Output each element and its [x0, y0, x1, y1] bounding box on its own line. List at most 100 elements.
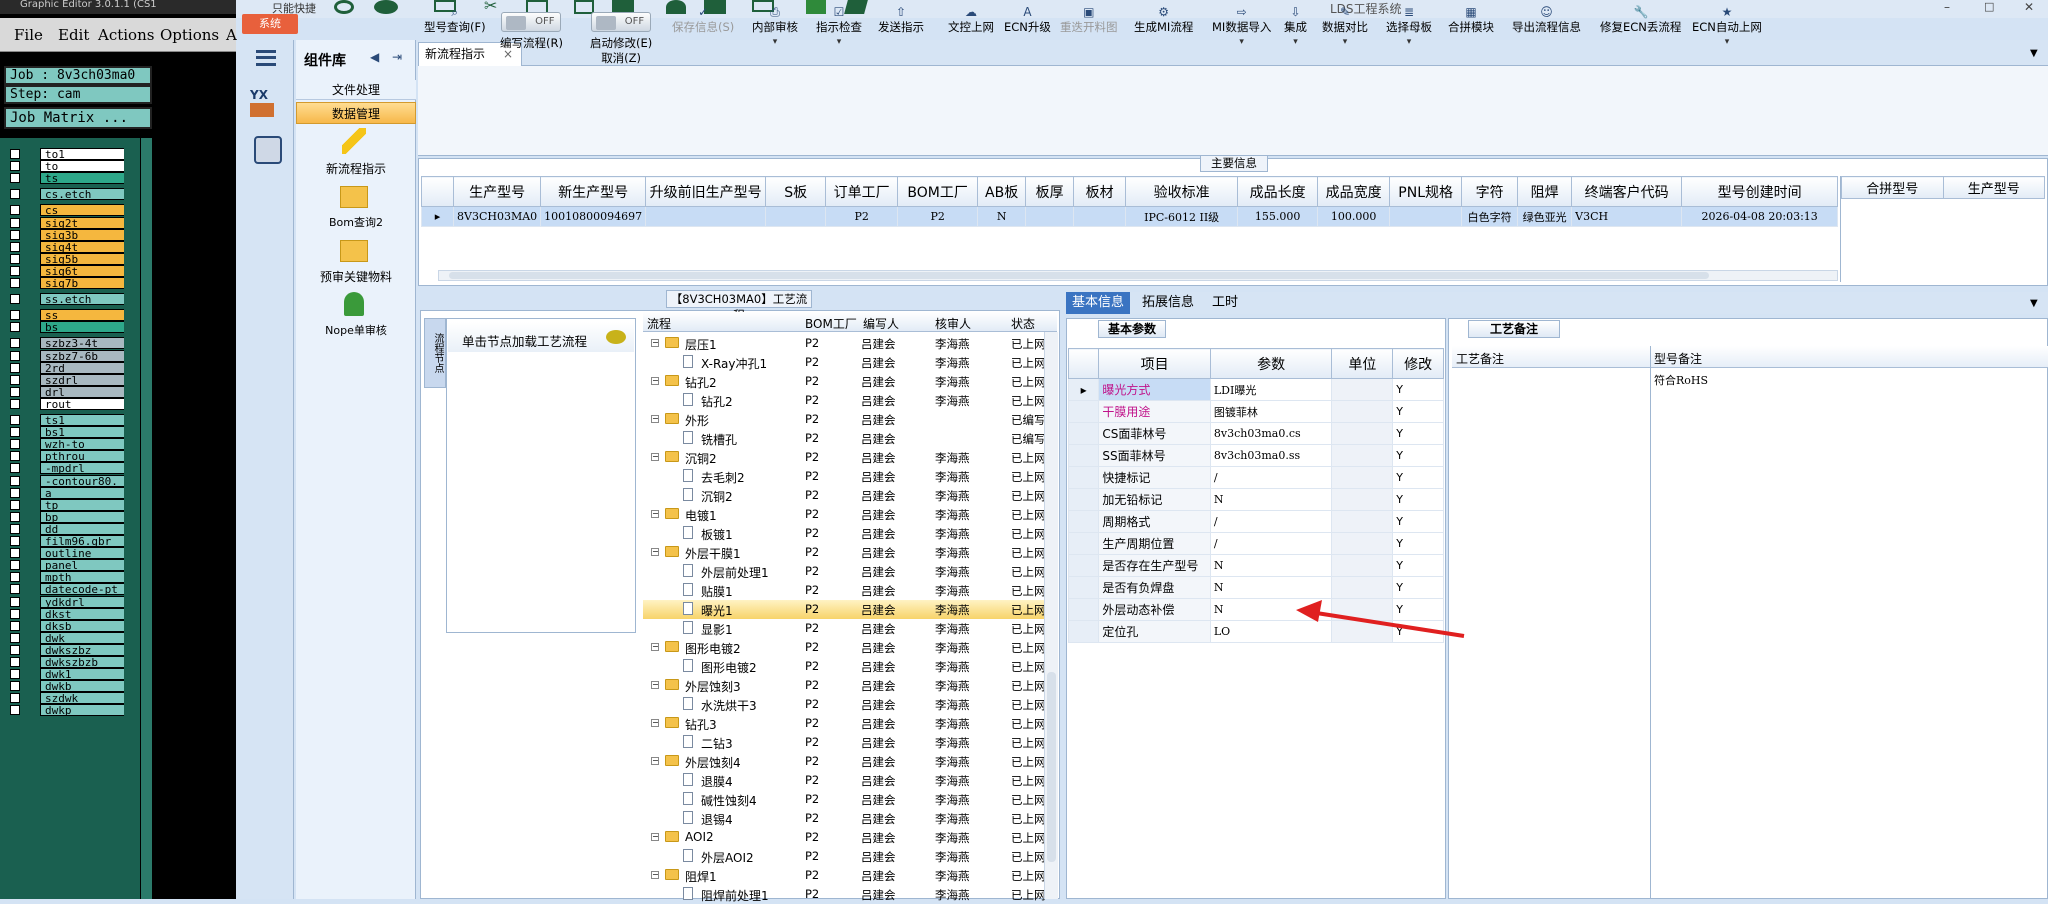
tree-row[interactable]: 退锡4 P2 吕建会 李海燕 已上网: [643, 809, 1048, 828]
ribbon-button-15[interactable]: ▦ 合拼模块: [1448, 6, 1494, 35]
layer-checkbox[interactable]: [10, 572, 20, 583]
menu-file[interactable]: File: [14, 26, 43, 44]
basic-col-1[interactable]: 参数: [1209, 348, 1333, 379]
process-tree-vscroll[interactable]: [1044, 332, 1058, 899]
collapse-toggle-icon[interactable]: −: [651, 548, 659, 556]
basic-row[interactable]: SS面菲林号 8v3ch03ma0.ss Y: [1068, 444, 1444, 467]
col-10[interactable]: 成品长度: [1237, 176, 1319, 207]
basic-row[interactable]: 是否存在生产型号 N Y: [1068, 554, 1444, 577]
tree-row[interactable]: − AOI2 P2 吕建会 李海燕 已上网: [643, 828, 1048, 847]
yx-factory-icon[interactable]: YX: [250, 88, 284, 122]
ribbon-button-2[interactable]: OFF 启动修改(E) 取消(Z): [590, 6, 652, 66]
collapse-toggle-icon[interactable]: −: [651, 510, 659, 518]
layer-row[interactable]: to1: [6, 148, 124, 160]
search-icon[interactable]: [334, 0, 354, 14]
basic-param[interactable]: N: [1209, 554, 1333, 577]
basic-modify[interactable]: Y: [1392, 378, 1444, 401]
basic-unit[interactable]: [1331, 422, 1394, 445]
col-4[interactable]: 订单工厂: [825, 176, 899, 207]
collapse-toggle-icon[interactable]: −: [651, 681, 659, 689]
layer-checkbox[interactable]: [10, 241, 20, 252]
tree-row[interactable]: 贴膜1 P2 吕建会 李海燕 已上网: [643, 581, 1048, 600]
layer-row[interactable]: szdrl: [6, 373, 124, 386]
basic-modify[interactable]: Y: [1392, 466, 1444, 489]
person-icon[interactable]: [344, 292, 364, 316]
cell-13[interactable]: 白色字符: [1461, 206, 1519, 227]
layer-row[interactable]: dd: [6, 522, 124, 535]
tree-row[interactable]: − 钻孔3 P2 吕建会 李海燕 已上网: [643, 714, 1048, 733]
layer-row[interactable]: panel: [6, 559, 124, 572]
cell-15[interactable]: V3CH: [1571, 206, 1683, 227]
tree-col-2[interactable]: 编写人: [863, 315, 899, 332]
layer-row[interactable]: ss: [6, 309, 124, 322]
layer-row[interactable]: ts1: [6, 414, 124, 426]
layer-checkbox[interactable]: [10, 439, 20, 450]
layer-checkbox[interactable]: [10, 511, 20, 522]
basic-modify[interactable]: Y: [1392, 510, 1444, 533]
nav-item-data-management[interactable]: 数据管理: [296, 102, 416, 124]
cell-9[interactable]: IPC-6012 II级: [1125, 206, 1239, 227]
layer-row[interactable]: rout: [6, 397, 124, 410]
layer-row[interactable]: 2rd: [6, 361, 124, 374]
basic-modify[interactable]: Y: [1392, 488, 1444, 511]
tree-row[interactable]: 外层前处理1 P2 吕建会 李海燕 已上网: [643, 562, 1048, 581]
tab-basic-info[interactable]: 基本信息: [1066, 292, 1131, 314]
menu-edit[interactable]: Edit: [58, 26, 89, 44]
layer-checkbox[interactable]: [10, 374, 20, 385]
globe-icon[interactable]: [374, 0, 398, 14]
layer-row[interactable]: dksb: [6, 619, 124, 632]
layer-checkbox[interactable]: [10, 548, 20, 559]
layer-row[interactable]: outline: [6, 547, 124, 560]
minimize-icon[interactable]: –: [1944, 0, 1950, 14]
basic-param[interactable]: N: [1209, 488, 1333, 511]
tree-row[interactable]: 图形电镀2 P2 吕建会 李海燕 已上网: [643, 657, 1048, 676]
tree-row[interactable]: 沉铜2 P2 吕建会 李海燕 已上网: [643, 486, 1048, 505]
basic-modify[interactable]: Y: [1392, 400, 1444, 423]
nav-new-process[interactable]: 新流程指示: [296, 160, 416, 177]
layer-checkbox[interactable]: [10, 253, 20, 264]
collapse-toggle-icon[interactable]: −: [651, 757, 659, 765]
tree-row[interactable]: − 阻焊1 P2 吕建会 李海燕 已上网: [643, 866, 1048, 885]
layer-row[interactable]: sig7b: [6, 277, 124, 289]
basic-unit[interactable]: [1331, 532, 1394, 555]
tree-row[interactable]: 阻焊前处理1 P2 吕建会 李海燕 已上网: [643, 885, 1048, 904]
tree-row[interactable]: − 层压1 P2 吕建会 李海燕 已上网: [643, 334, 1048, 353]
layer-row[interactable]: dwkszbzb: [6, 656, 124, 668]
ribbon-button-8[interactable]: A ECN升级: [1004, 6, 1051, 35]
layer-row[interactable]: dkst: [6, 607, 124, 620]
nav-item-file-processing[interactable]: 文件处理: [296, 80, 416, 100]
basic-row[interactable]: 快捷标记 / Y: [1068, 466, 1444, 489]
basic-param[interactable]: LDI曝光: [1209, 378, 1333, 401]
basic-unit[interactable]: [1331, 576, 1394, 599]
tree-row[interactable]: − 沉铜2 P2 吕建会 李海燕 已上网: [643, 448, 1048, 467]
layer-checkbox[interactable]: [10, 523, 20, 534]
tab-work-hours[interactable]: 工时: [1206, 292, 1244, 314]
col-16[interactable]: 型号创建时间: [1681, 176, 1839, 207]
layer-row[interactable]: cs.etch: [6, 188, 124, 201]
layer-checkbox[interactable]: [10, 584, 20, 595]
layer-row[interactable]: dwk: [6, 631, 124, 644]
folder-icon[interactable]: [340, 186, 368, 208]
col-1[interactable]: 新生产型号: [540, 176, 647, 207]
basic-col-2[interactable]: 单位: [1331, 348, 1394, 379]
basic-row[interactable]: 加无铅标记 N Y: [1068, 488, 1444, 511]
col-8[interactable]: 板材: [1073, 176, 1127, 207]
tree-col-3[interactable]: 核审人: [935, 315, 971, 332]
layer-checkbox[interactable]: [10, 681, 20, 692]
layer-row[interactable]: to: [6, 160, 124, 173]
nav-bom-query[interactable]: Bom查询2: [296, 214, 416, 230]
layer-checkbox[interactable]: [10, 205, 20, 216]
ribbon-button-11[interactable]: ⇨ MI数据导入 ▾: [1212, 6, 1271, 50]
model-note-text[interactable]: 符合RoHS: [1654, 372, 1708, 388]
tree-row[interactable]: 退膜4 P2 吕建会 李海燕 已上网: [643, 771, 1048, 790]
ribbon-button-18[interactable]: ★ ECN自动上网 ▾: [1692, 6, 1762, 50]
col-merge-model[interactable]: 合拼型号: [1841, 176, 1944, 199]
layer-row[interactable]: dwkb: [6, 680, 124, 693]
collapse-toggle-icon[interactable]: −: [651, 833, 659, 841]
basic-param[interactable]: N: [1209, 576, 1333, 599]
ribbon-button-10[interactable]: ⚙ 生成MI流程: [1134, 6, 1193, 35]
ribbon-button-1[interactable]: OFF 编写流程(R): [500, 6, 563, 51]
col-13[interactable]: 字符: [1461, 176, 1519, 207]
layer-row[interactable]: drl: [6, 385, 124, 398]
basic-param[interactable]: 8v3ch03ma0.ss: [1209, 444, 1333, 467]
